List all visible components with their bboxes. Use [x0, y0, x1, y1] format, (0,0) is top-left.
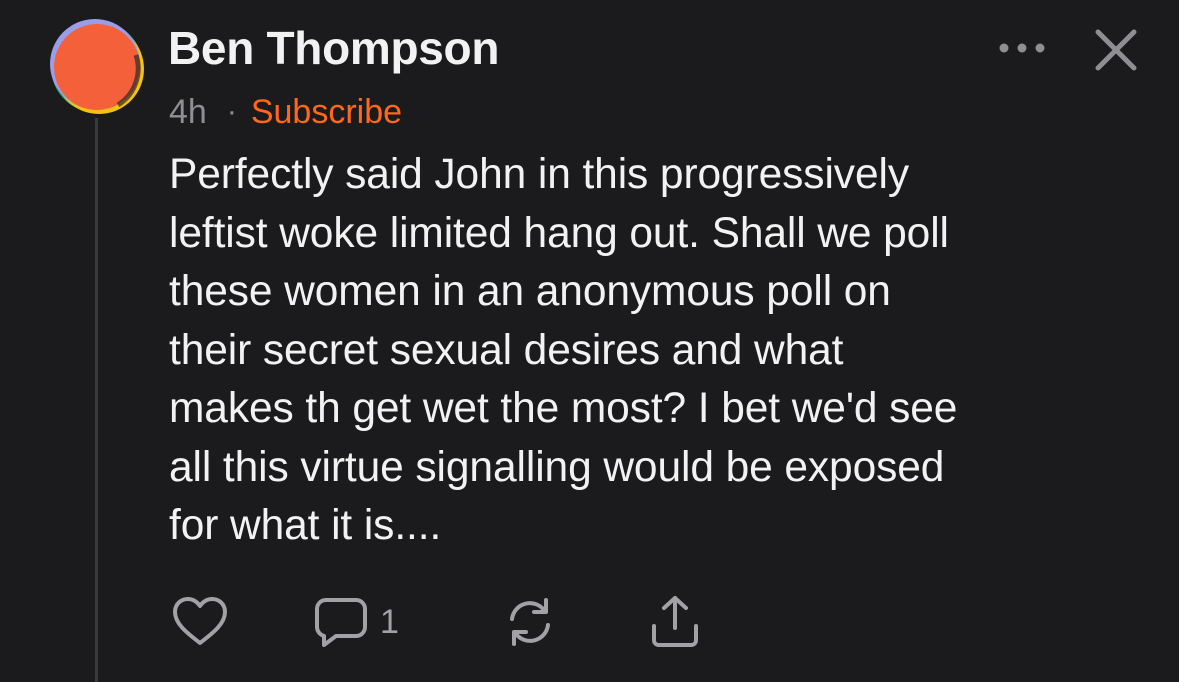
comment-meta: 4h · Subscribe [169, 90, 402, 134]
like-button[interactable] [170, 594, 230, 650]
restack-icon [510, 598, 550, 646]
comment-count: 1 [380, 603, 399, 641]
meta-separator: · [226, 95, 237, 128]
thread-line [95, 118, 98, 682]
comment-body-line: their secret sexual desires and what [169, 326, 844, 374]
comment-body-line: all this virtue signalling would be expo… [169, 443, 945, 491]
subscribe-link[interactable]: Subscribe [251, 90, 402, 134]
close-button[interactable] [1088, 22, 1144, 78]
more-options-button[interactable] [996, 30, 1048, 66]
heart-icon [173, 597, 227, 645]
comment-body-line: for what it is.... [169, 502, 442, 549]
timestamp: 4h [169, 93, 207, 131]
share-icon [652, 596, 698, 647]
comment-body-line: these women in an anonymous poll on [169, 268, 891, 315]
comment-body-line: leftist woke limited hang out. Shall we … [169, 209, 949, 257]
restack-button[interactable] [502, 594, 558, 650]
avatar-image [50, 19, 144, 114]
share-button[interactable] [646, 594, 704, 650]
more-horizontal-icon [999, 43, 1045, 53]
comment-body-line: makes th get wet the most? I bet we'd se… [169, 385, 958, 432]
close-icon [1095, 29, 1137, 71]
comment-button[interactable]: 1 [312, 594, 399, 650]
comment-icon [315, 598, 367, 647]
comment-body: Perfectly said John in this progressivel… [169, 146, 1159, 556]
avatar[interactable] [48, 15, 148, 115]
author-name[interactable]: Ben Thompson [168, 20, 499, 76]
comment-body-line: Perfectly said John in this progressivel… [169, 151, 909, 198]
